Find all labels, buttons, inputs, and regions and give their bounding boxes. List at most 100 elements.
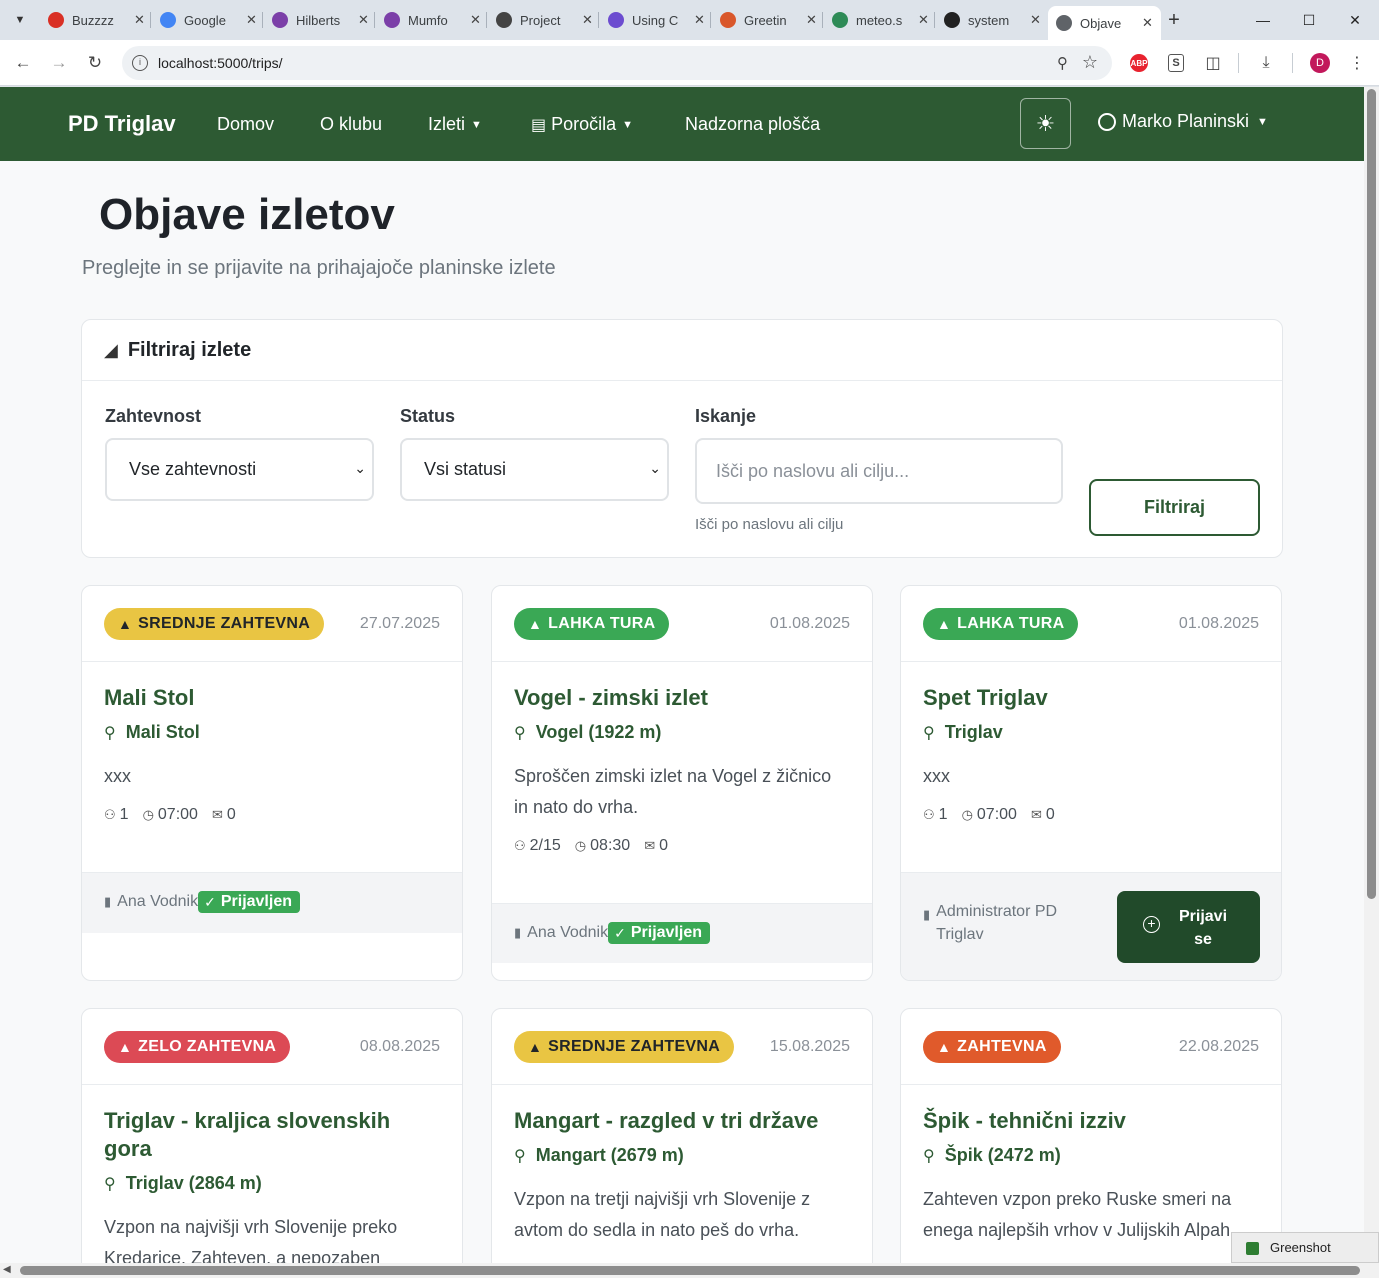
tab-hilberts[interactable]: Hilberts ✕ <box>264 6 377 34</box>
plus-circle-icon: + <box>1143 916 1160 933</box>
horizontal-scrollbar[interactable]: ◀ <box>0 1263 1379 1278</box>
registered-badge: ✓ Prijavljen <box>608 922 710 944</box>
address-bar[interactable]: i localhost:5000/trips/ ⚲ ☆ <box>122 46 1112 80</box>
close-icon[interactable]: ✕ <box>1142 15 1153 31</box>
site-info-icon[interactable]: i <box>132 55 148 71</box>
url-text[interactable]: localhost:5000/trips/ <box>158 55 283 71</box>
tab-search-menu-icon[interactable]: ▼ <box>8 8 32 32</box>
close-icon[interactable]: ✕ <box>918 12 929 28</box>
trip-date: 22.08.2025 <box>1178 1038 1259 1055</box>
bookmark-star-icon[interactable]: ☆ <box>1082 52 1098 73</box>
tab-title: Google <box>184 12 226 28</box>
trip-title[interactable]: Triglav - kraljica slovenskih gora <box>104 1107 440 1163</box>
more-menu-icon[interactable]: ⋮ <box>1346 52 1368 74</box>
trip-location: ⚲ Špik (2472 m) <box>923 1145 1061 1165</box>
window-close-icon[interactable]: ✕ <box>1332 0 1378 40</box>
status-label: Status <box>400 406 456 426</box>
scroll-left-icon[interactable]: ◀ <box>3 1264 11 1275</box>
tab-google[interactable]: Google ✕ <box>152 6 265 34</box>
tab-favicon-icon <box>384 12 400 28</box>
trip-card: ▲ ZAHTEVNA 22.08.2025 Špik - tehnični izz… <box>900 1008 1282 1263</box>
nav-domov[interactable]: Domov <box>217 114 274 135</box>
badge-id-icon: ▮ <box>104 894 112 909</box>
scrollbar-thumb[interactable] <box>1367 89 1376 899</box>
close-icon[interactable]: ✕ <box>358 12 369 28</box>
location-pin-icon: ⚲ <box>104 1175 116 1193</box>
tab-favicon-icon <box>944 12 960 28</box>
zoom-icon[interactable]: ⚲ <box>1057 54 1068 72</box>
mountain-icon: ▲ <box>118 1039 133 1055</box>
tab-buzzzz[interactable]: Buzzzz ✕ <box>40 6 153 34</box>
people-icon: ⚇ <box>514 838 526 853</box>
back-icon[interactable]: ← <box>11 51 35 75</box>
tab-system[interactable]: system ✕ <box>936 6 1049 34</box>
trip-title[interactable]: Špik - tehnični izziv <box>923 1107 1259 1135</box>
trip-card: ▲ SREDNJE ZAHTEVNA 15.08.2025 Mangart - r… <box>491 1008 873 1263</box>
close-icon[interactable]: ✕ <box>134 12 145 28</box>
trip-title[interactable]: Spet Triglav <box>923 684 1259 712</box>
filter-button[interactable]: Filtriraj <box>1089 479 1260 536</box>
people-icon: ⚇ <box>104 807 116 822</box>
close-icon[interactable]: ✕ <box>1030 12 1041 28</box>
vertical-scrollbar[interactable] <box>1364 87 1379 1263</box>
trip-title[interactable]: Mali Stol <box>104 684 440 712</box>
join-trip-button[interactable]: + Prijavi se <box>1117 891 1260 963</box>
user-menu-dropdown[interactable]: Marko Planinski ▼ <box>1098 111 1268 132</box>
nav-izleti-dropdown[interactable]: Izleti ▼ <box>428 114 482 135</box>
close-icon[interactable]: ✕ <box>694 12 705 28</box>
status-select[interactable]: Vsi statusi ⌄ <box>400 438 669 501</box>
tab-greeting[interactable]: Greetin ✕ <box>712 6 825 34</box>
close-icon[interactable]: ✕ <box>470 12 481 28</box>
difficulty-badge: ▲ LAHKA TURA <box>923 608 1079 640</box>
tab-using[interactable]: Using C ✕ <box>600 6 713 34</box>
comment-icon: ✉ <box>1030 807 1042 822</box>
tab-title: Buzzzz <box>72 12 114 28</box>
theme-toggle-button[interactable]: ☀ <box>1020 98 1071 149</box>
tab-favicon-icon <box>496 12 512 28</box>
difficulty-select[interactable]: Vse zahtevnosti ⌄ <box>105 438 374 501</box>
search-label: Iskanje <box>695 406 757 426</box>
minimize-icon[interactable]: — <box>1240 0 1286 40</box>
forward-icon[interactable]: → <box>47 51 71 75</box>
trip-title[interactable]: Mangart - razgled v tri države <box>514 1107 850 1135</box>
nav-porocila-dropdown[interactable]: ▤ Poročila ▼ <box>531 114 633 135</box>
location-pin-icon: ⚲ <box>104 724 116 742</box>
trip-card: ▲ SREDNJE ZAHTEVNA 27.07.2025 Mali Stol ⚲… <box>81 585 463 981</box>
extensions-puzzle-icon[interactable]: ◫ <box>1202 52 1224 74</box>
profile-avatar-icon[interactable]: D <box>1310 53 1330 73</box>
brand-link[interactable]: PD Triglav <box>68 111 176 137</box>
close-icon[interactable]: ✕ <box>582 12 593 28</box>
trip-title[interactable]: Vogel - zimski izlet <box>514 684 850 712</box>
new-tab-icon[interactable]: + <box>1162 8 1186 32</box>
nav-nadzorna-plosca[interactable]: Nadzorna plošča <box>685 114 820 135</box>
tab-project[interactable]: Project ✕ <box>488 6 601 34</box>
search-help-text: Išči po naslovu ali cilju <box>695 516 844 533</box>
clock-icon: ◷ <box>574 838 587 853</box>
search-input[interactable]: Išči po naslovu ali cilju... <box>695 438 1063 504</box>
nav-o-klubu[interactable]: O klubu <box>320 114 382 135</box>
report-icon: ▤ <box>531 117 547 134</box>
difficulty-badge: ▲ LAHKA TURA <box>514 608 670 640</box>
greenshot-taskbar-item[interactable]: Greenshot <box>1231 1232 1379 1263</box>
trip-date: 27.07.2025 <box>359 615 440 632</box>
close-icon[interactable]: ✕ <box>806 12 817 28</box>
close-icon[interactable]: ✕ <box>246 12 257 28</box>
tab-title: Project <box>520 12 561 28</box>
trip-card-footer: ▮ Ana Vodnik ✓ Prijavljen <box>82 872 462 933</box>
adblock-extension-icon[interactable]: ABP <box>1130 54 1148 72</box>
tab-favicon-icon <box>48 12 64 28</box>
tab-mumfo[interactable]: Mumfo ✕ <box>376 6 489 34</box>
scrollbar-thumb[interactable] <box>20 1266 1360 1275</box>
chevron-down-icon: ⌄ <box>354 460 366 476</box>
greenshot-icon <box>1246 1242 1259 1255</box>
filter-title: Filtriraj izlete <box>127 338 252 361</box>
trip-description: Vzpon na najvišji vrh Slovenije preko Kr… <box>104 1217 398 1263</box>
reload-icon[interactable]: ↻ <box>83 51 107 75</box>
tab-objave-active[interactable]: Objave ✕ <box>1048 6 1161 40</box>
maximize-icon[interactable]: ☐ <box>1286 0 1332 40</box>
trip-card: ▲ LAHKA TURA 01.08.2025 Spet Triglav ⚲ Tri… <box>900 585 1282 981</box>
extension-s-icon[interactable]: S <box>1168 54 1184 72</box>
tab-meteo[interactable]: meteo.s ✕ <box>824 6 937 34</box>
download-icon[interactable]: ⤓ <box>1255 52 1277 74</box>
mountain-icon: ▲ <box>528 1039 543 1055</box>
